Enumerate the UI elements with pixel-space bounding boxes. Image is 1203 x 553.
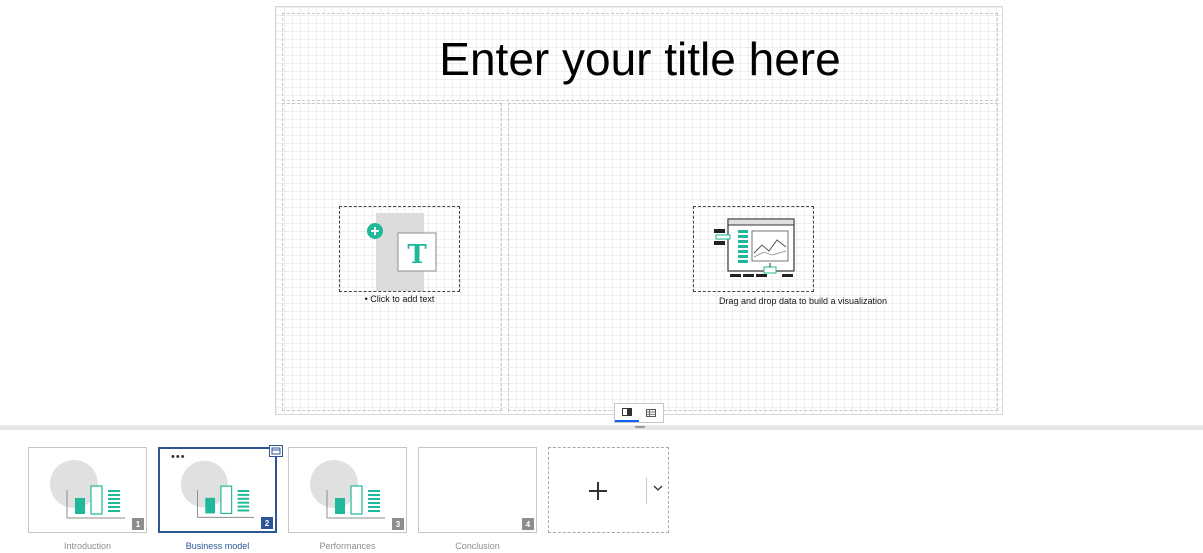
add-slide-separator <box>646 478 647 504</box>
slide-view-icon <box>622 408 632 416</box>
add-slide-button[interactable] <box>548 447 669 533</box>
slide-thumbnail-4[interactable]: 4 <box>418 447 537 533</box>
slide-canvas[interactable]: Enter your title here T • Click to add t… <box>275 6 1003 415</box>
slide-number-badge: 4 <box>522 518 534 530</box>
visualization-placeholder[interactable] <box>693 206 814 292</box>
slide-number-badge: 1 <box>132 518 144 530</box>
slide-number-badge: 3 <box>392 518 404 530</box>
slide-thumbnail-label: Introduction <box>63 541 112 551</box>
slide-thumbnail-1[interactable]: 1 <box>28 447 147 533</box>
slide-thumbnail-chart-icon <box>310 460 385 519</box>
slide-properties-icon[interactable] <box>269 445 283 457</box>
slide-thumbnail-label: Conclusion <box>455 541 500 551</box>
slide-thumbnail-3[interactable]: 3 <box>288 447 407 533</box>
slide-thumbnail-label: Performances <box>319 541 376 551</box>
panel-divider[interactable] <box>0 425 1203 430</box>
slide-thumbnail-2[interactable]: ••• 2 <box>158 445 283 533</box>
left-content-region[interactable]: T • Click to add text <box>282 103 502 411</box>
grid-view-icon <box>646 409 656 417</box>
resize-grip[interactable] <box>635 426 645 428</box>
add-text-illustration-icon: T <box>367 213 437 291</box>
text-placeholder[interactable]: T <box>339 206 460 292</box>
drag-data-illustration-icon <box>714 218 795 277</box>
plus-icon[interactable] <box>588 481 608 501</box>
svg-text:T: T <box>407 240 427 270</box>
chevron-down-icon[interactable] <box>653 484 663 492</box>
view-toggle[interactable] <box>614 403 664 423</box>
grid-view-button[interactable] <box>639 404 663 422</box>
right-content-region[interactable]: Drag and drop data to build a visualizat… <box>508 103 998 411</box>
slide-view-button[interactable] <box>615 404 639 422</box>
text-placeholder-caption[interactable]: • Click to add text <box>339 294 460 304</box>
slide-thumbnail-chart-icon <box>50 460 125 519</box>
slide-thumbnail-chart-icon <box>180 460 255 518</box>
slide-title[interactable]: Enter your title here <box>283 32 997 86</box>
slide-thumbnail-label: Business model <box>185 541 250 551</box>
title-region[interactable]: Enter your title here <box>282 13 998 101</box>
slide-number-badge: 2 <box>261 517 273 529</box>
visualization-placeholder-caption: Drag and drop data to build a visualizat… <box>718 296 888 306</box>
